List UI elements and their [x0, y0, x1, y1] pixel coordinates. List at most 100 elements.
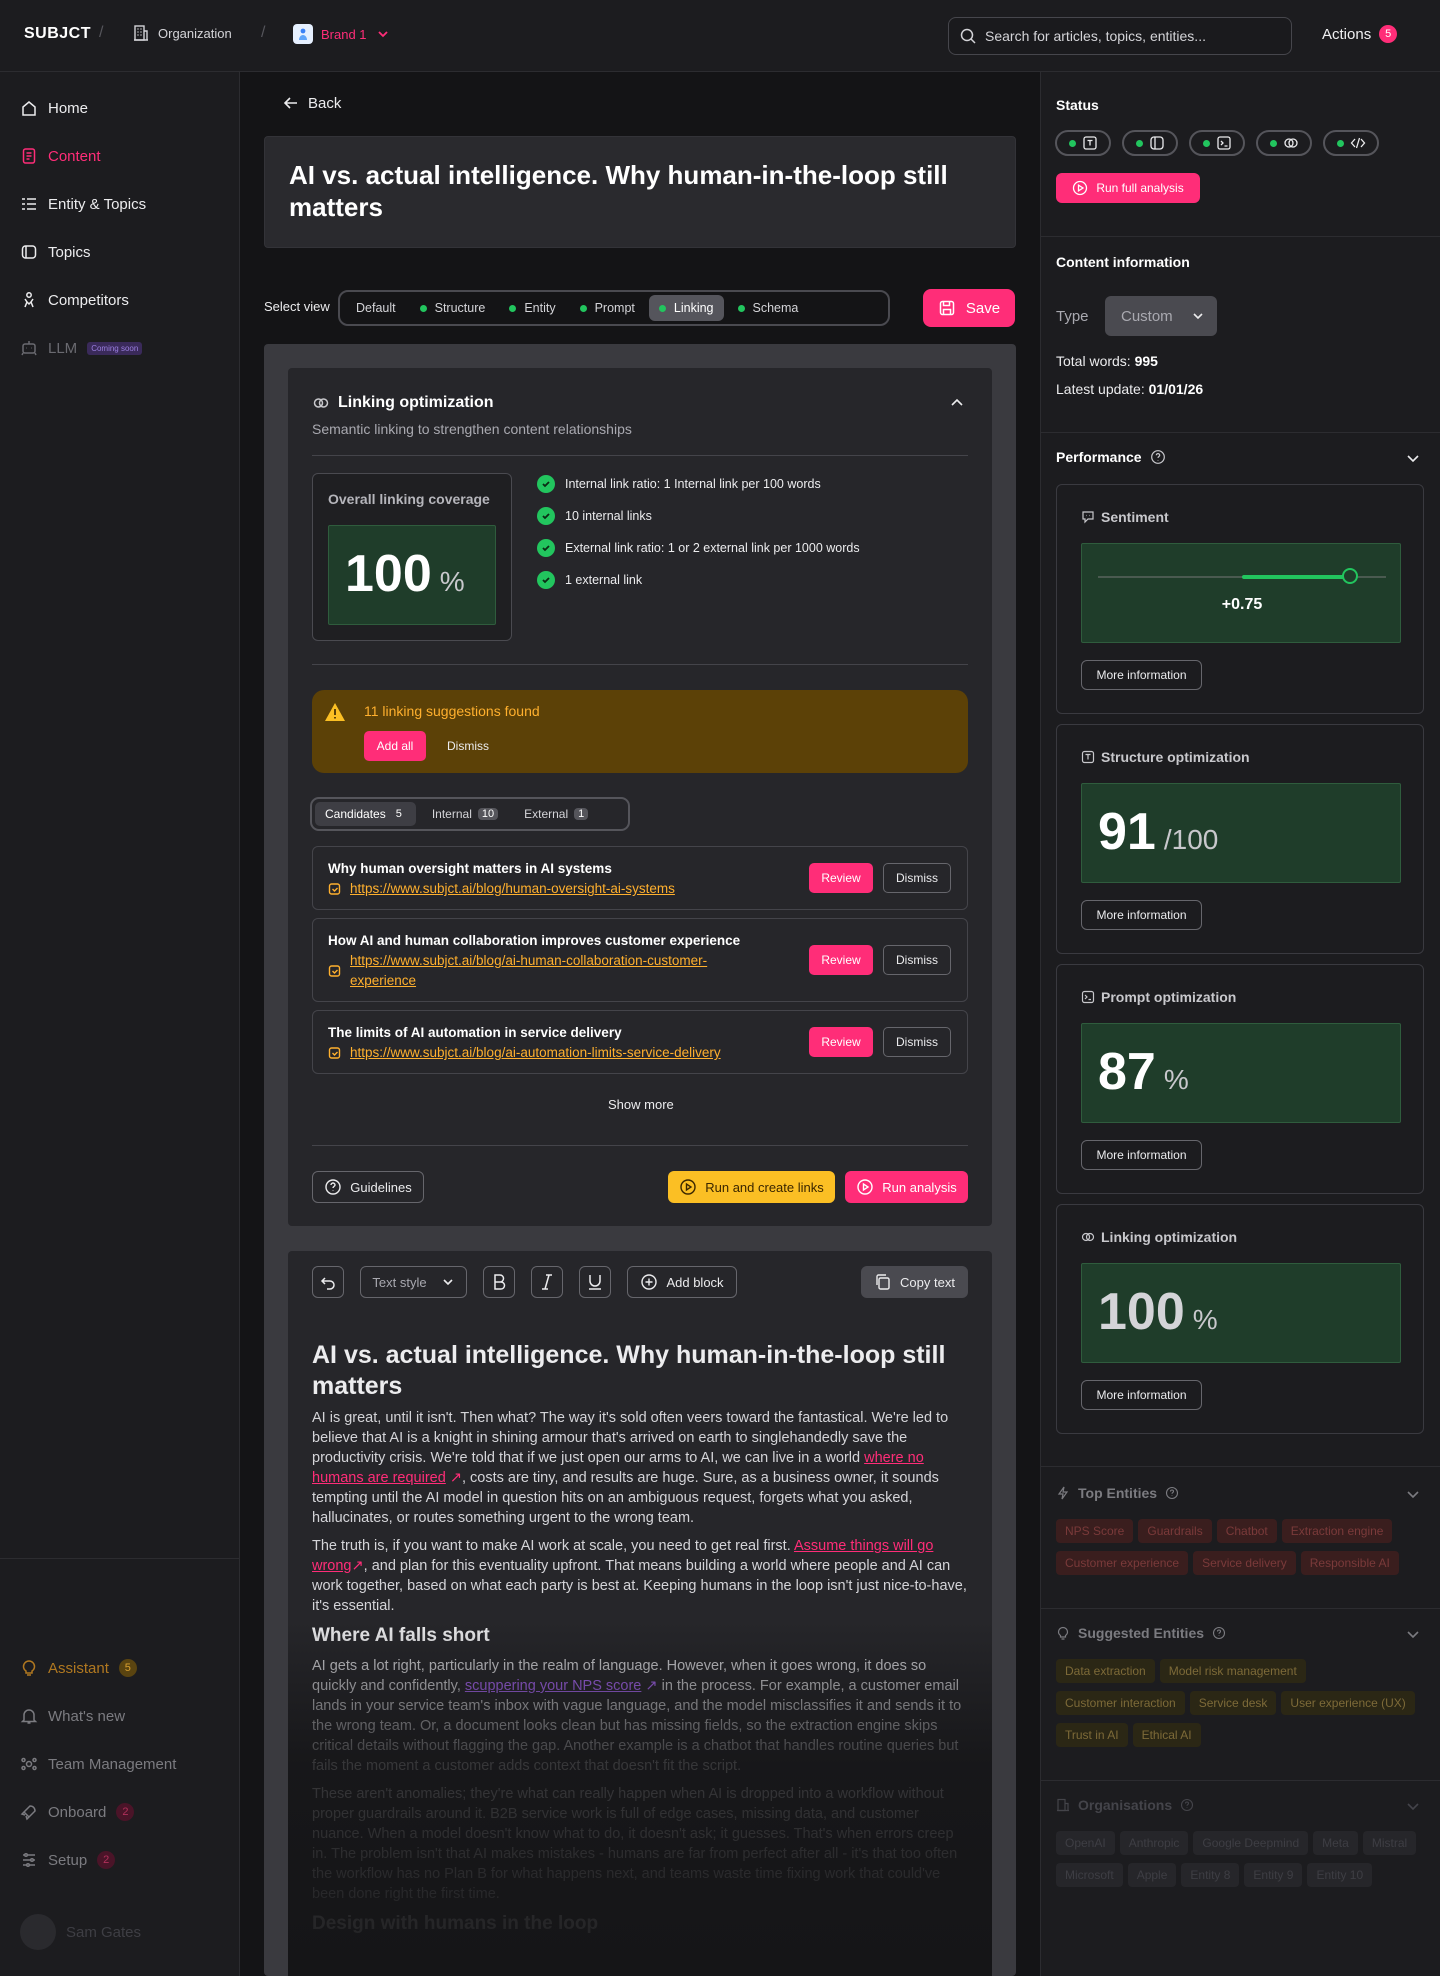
underline-button[interactable]	[579, 1266, 611, 1298]
review-button[interactable]: Review	[809, 863, 873, 893]
sidebar-item-competitors[interactable]: Competitors	[20, 288, 129, 312]
organisation-tag[interactable]: Anthropic	[1119, 1831, 1189, 1855]
status-structure[interactable]	[1055, 130, 1111, 156]
entity-tag[interactable]: Chatbot	[1216, 1519, 1277, 1543]
add-all-button[interactable]: Add all	[364, 731, 426, 761]
guidelines-button[interactable]: Guidelines	[312, 1171, 424, 1203]
run-and-create-links-button[interactable]: Run and create links	[668, 1171, 835, 1203]
run-analysis-button[interactable]: Run analysis	[845, 1171, 968, 1203]
organisations-heading[interactable]: Organisations	[1056, 1797, 1194, 1813]
suggested-entities-heading[interactable]: Suggested Entities	[1056, 1625, 1226, 1641]
organisation-tag[interactable]: Entity 8	[1181, 1863, 1240, 1887]
collapse-chevron-down-icon[interactable]	[1405, 1486, 1421, 1502]
undo-button[interactable]	[312, 1266, 344, 1298]
performance-heading[interactable]: Performance	[1056, 449, 1166, 465]
suggested-entity-tag[interactable]: Data extraction	[1056, 1659, 1155, 1683]
status-schema[interactable]	[1323, 130, 1379, 156]
dismiss-suggestions-button[interactable]: Dismiss	[436, 731, 500, 761]
tab-external[interactable]: External 1	[514, 802, 598, 826]
inline-link[interactable]: scuppering your NPS score	[465, 1678, 642, 1694]
actions-button[interactable]: Actions 5	[1322, 25, 1398, 43]
sidebar-item-team-management[interactable]: Team Management	[20, 1752, 176, 1776]
candidate-url[interactable]: https://www.subjct.ai/blog/ai-automation…	[350, 1043, 721, 1063]
type-select[interactable]: Custom	[1105, 296, 1217, 336]
tab-prompt[interactable]: Prompt	[570, 295, 645, 321]
candidate-url[interactable]: https://www.subjct.ai/blog/human-oversig…	[350, 879, 675, 899]
review-button[interactable]: Review	[809, 1027, 873, 1057]
tab-structure[interactable]: Structure	[410, 295, 496, 321]
organisation-tag[interactable]: Mistral	[1362, 1831, 1417, 1855]
more-information-button[interactable]: More information	[1081, 660, 1202, 690]
candidate-link[interactable]: https://www.subjct.ai/blog/ai-automation…	[328, 1043, 721, 1063]
sidebar-item-home[interactable]: Home	[20, 96, 88, 120]
sidebar-item-whats-new[interactable]: What's new	[20, 1704, 125, 1728]
more-information-button[interactable]: More information	[1081, 1140, 1202, 1170]
entity-tag[interactable]: Customer experience	[1056, 1551, 1189, 1575]
suggested-entity-tag[interactable]: Ethical AI	[1132, 1723, 1201, 1747]
breadcrumb-organization[interactable]: Organization	[132, 24, 232, 42]
entity-tag[interactable]: Responsible AI	[1300, 1551, 1399, 1575]
bold-button[interactable]	[483, 1266, 515, 1298]
sentiment-slider-thumb[interactable]	[1342, 568, 1358, 584]
suggested-entity-tag[interactable]: Customer interaction	[1056, 1691, 1185, 1715]
tab-candidates[interactable]: Candidates 5	[315, 802, 416, 826]
sidebar-item-topics[interactable]: Topics	[20, 240, 91, 264]
suggested-entity-tag[interactable]: Service desk	[1189, 1691, 1277, 1715]
organisation-tag[interactable]: OpenAI	[1056, 1831, 1115, 1855]
save-button[interactable]: Save	[923, 289, 1015, 327]
sidebar-item-onboard[interactable]: Onboard 2	[20, 1800, 135, 1824]
show-more-button[interactable]: Show more	[608, 1097, 674, 1112]
back-button[interactable]: Back	[282, 94, 341, 112]
suggested-entity-tag[interactable]: Trust in AI	[1056, 1723, 1128, 1747]
tab-schema[interactable]: Schema	[728, 295, 809, 321]
italic-button[interactable]	[531, 1266, 563, 1298]
tab-linking[interactable]: Linking	[648, 295, 724, 321]
organisation-tag[interactable]: Google Deepmind	[1193, 1831, 1309, 1855]
sidebar-item-llm[interactable]: LLM Coming soon	[20, 336, 143, 360]
candidate-url[interactable]: https://www.subjct.ai/blog/ai-human-coll…	[350, 951, 768, 991]
tab-default[interactable]: Default	[346, 295, 406, 321]
user-profile[interactable]: Sam Gates	[20, 1914, 141, 1950]
top-entities-heading[interactable]: Top Entities	[1056, 1485, 1179, 1501]
collapse-chevron-down-icon[interactable]	[1405, 1626, 1421, 1642]
search-input[interactable]	[985, 28, 1275, 44]
sidebar-item-content[interactable]: Content	[20, 144, 101, 168]
search-box[interactable]	[948, 17, 1292, 55]
run-full-analysis-button[interactable]: Run full analysis	[1056, 173, 1200, 203]
collapse-chevron-down-icon[interactable]	[1405, 1798, 1421, 1814]
app-logo[interactable]: SUBJCT	[24, 25, 91, 43]
tab-internal[interactable]: Internal 10	[422, 802, 508, 826]
dismiss-button[interactable]: Dismiss	[883, 945, 951, 975]
suggested-entity-tag[interactable]: Model risk management	[1159, 1659, 1306, 1683]
entity-tag[interactable]: Guardrails	[1138, 1519, 1212, 1543]
article-title-box[interactable]: AI vs. actual intelligence. Why human-in…	[264, 136, 1016, 248]
more-information-button[interactable]: More information	[1081, 1380, 1202, 1410]
organisation-tag[interactable]: Meta	[1313, 1831, 1358, 1855]
tab-entity[interactable]: Entity	[499, 295, 565, 321]
organisation-tag[interactable]: Entity 10	[1307, 1863, 1373, 1887]
document-body[interactable]: AI vs. actual intelligence. Why human-in…	[312, 1340, 972, 1944]
entity-tag[interactable]: Service delivery	[1193, 1551, 1296, 1575]
status-prompt[interactable]	[1189, 130, 1245, 156]
organisation-tag[interactable]: Microsoft	[1056, 1863, 1123, 1887]
candidate-link[interactable]: https://www.subjct.ai/blog/human-oversig…	[328, 879, 675, 899]
collapse-chevron-up-icon[interactable]	[948, 394, 966, 412]
sidebar-item-setup[interactable]: Setup 2	[20, 1848, 116, 1872]
organisation-tag[interactable]: Apple	[1127, 1863, 1177, 1887]
suggested-entity-tag[interactable]: User experience (UX)	[1281, 1691, 1415, 1715]
dismiss-button[interactable]: Dismiss	[883, 1027, 951, 1057]
add-block-button[interactable]: Add block	[627, 1266, 737, 1298]
text-style-dropdown[interactable]: Text style	[360, 1266, 467, 1298]
status-entity[interactable]	[1122, 130, 1178, 156]
dismiss-button[interactable]: Dismiss	[883, 863, 951, 893]
brand-selector[interactable]: Brand 1	[293, 24, 391, 44]
entity-tag[interactable]: Extraction engine	[1281, 1519, 1393, 1543]
status-linking[interactable]	[1256, 130, 1312, 156]
collapse-chevron-down-icon[interactable]	[1405, 450, 1421, 466]
entity-tag[interactable]: NPS Score	[1056, 1519, 1134, 1543]
sidebar-item-entity-topics[interactable]: Entity & Topics	[20, 192, 146, 216]
organisation-tag[interactable]: Entity 9	[1244, 1863, 1303, 1887]
copy-text-button[interactable]: Copy text	[861, 1266, 968, 1298]
sidebar-item-assistant[interactable]: Assistant 5	[20, 1656, 137, 1680]
more-information-button[interactable]: More information	[1081, 900, 1202, 930]
